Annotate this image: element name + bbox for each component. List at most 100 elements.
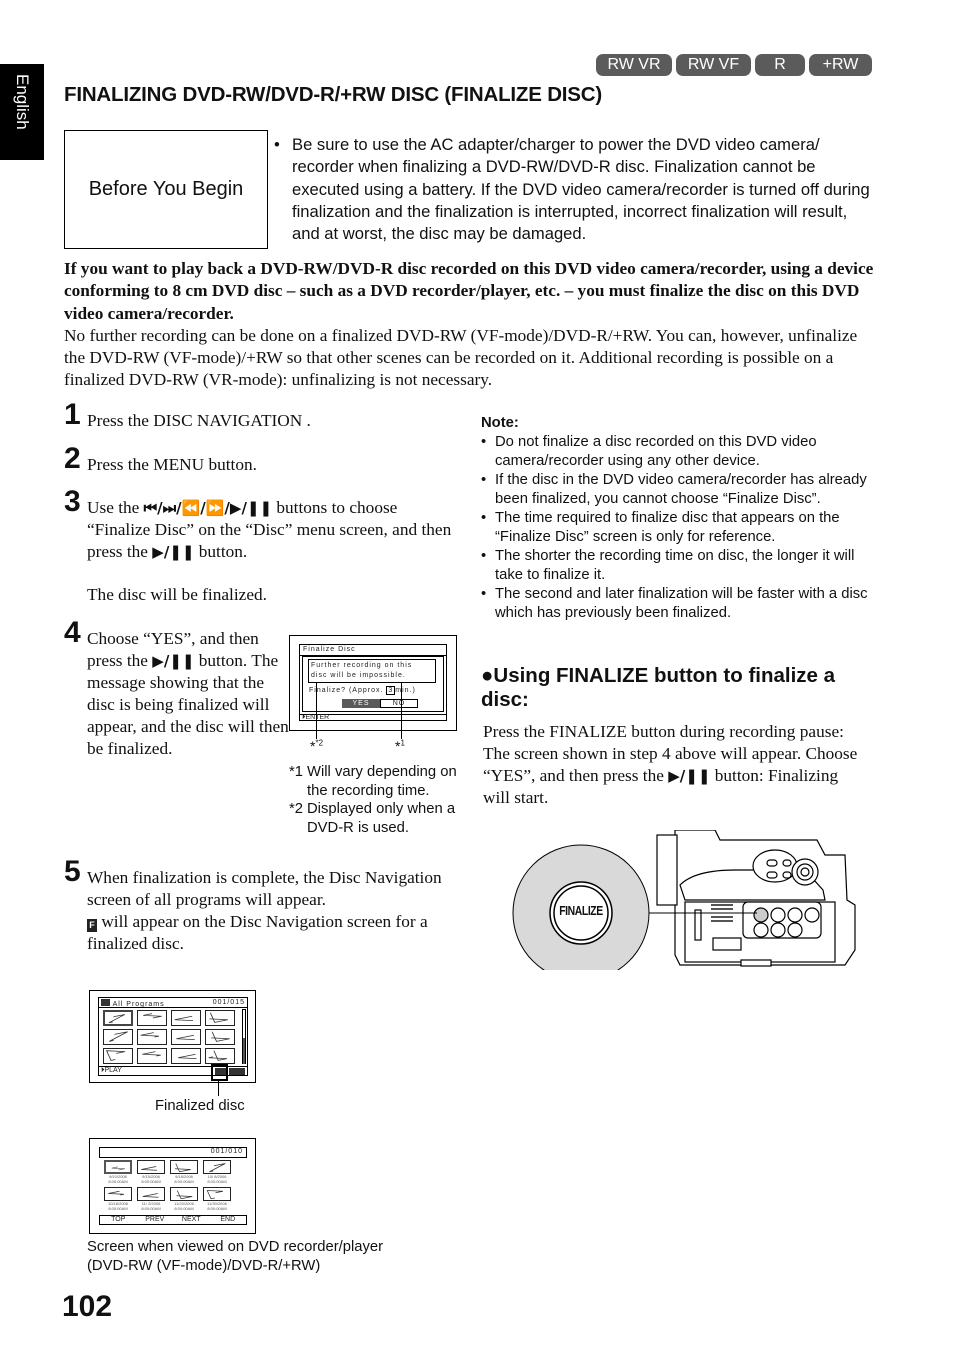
- program-thumbnail[interactable]: [103, 1010, 133, 1026]
- dvd-player-screen: 001/010 9/10/2006 8:00:00AM 9/15/2006 8:00:…: [89, 1138, 256, 1234]
- bullet-icon: •: [481, 472, 487, 488]
- before-you-begin-bullet: Be sure to use the AC adapter/charger to…: [292, 135, 870, 244]
- title-thumbnail[interactable]: [137, 1187, 165, 1201]
- player-button-prev[interactable]: PREV: [137, 1216, 174, 1224]
- finalized-f-icon: F: [87, 919, 97, 932]
- note-item: • The second and later finalization will …: [481, 585, 881, 623]
- page-number: 102: [62, 1290, 113, 1323]
- program-thumbnail[interactable]: [205, 1010, 235, 1026]
- finalize-button-heading: ●Using FINALIZE button to finalize a dis…: [481, 664, 836, 711]
- play-pause-icon: ▶/❚❚: [152, 543, 195, 561]
- player-screen-caption: Screen when viewed on DVD recorder/playe…: [87, 1239, 384, 1274]
- note-item: • The shorter the recording time on disc,…: [481, 547, 881, 585]
- step-5: 5 When finalization is complete, the Dis…: [64, 857, 464, 977]
- play-pause-icon: ▶/❚❚: [668, 767, 711, 785]
- note-item-text: The shorter the recording time on disc, …: [495, 548, 855, 583]
- title-thumbnail[interactable]: [137, 1160, 165, 1174]
- camera-illustration: FINALIZE: [505, 829, 865, 982]
- program-thumbnail[interactable]: [171, 1048, 201, 1064]
- player-thumbnail-grid: 9/10/2006 8:00:00AM 9/15/2006 8:00:00AM 9/18…: [104, 1160, 244, 1218]
- nav-counter: 001/015: [212, 999, 245, 1006]
- player-button-top[interactable]: TOP: [100, 1216, 137, 1224]
- navigation-buttons-icon: ⏮/⏭/⏪/⏩/▶/❚❚: [143, 499, 273, 517]
- title-date-label: 10/ 8/2006 8:00:00AM: [207, 1174, 227, 1184]
- title-thumbnail[interactable]: [170, 1187, 198, 1201]
- step-text: Press the MENU button.: [87, 455, 257, 474]
- disc-navigation-screen: All Programs 001/015 ⏵PLAY: [89, 990, 256, 1083]
- player-nav-bar: TOP PREV NEXT END: [99, 1215, 247, 1225]
- footnotes: *1 Will vary depending on the recording …: [289, 763, 459, 837]
- program-thumbnail[interactable]: [103, 1029, 133, 1045]
- disc-mode-icon: [229, 1068, 245, 1075]
- note-section: Note: • Do not finalize a disc recorded o…: [481, 414, 881, 623]
- minutes-value: 3: [386, 686, 396, 695]
- scrollbar-thumb[interactable]: [243, 1038, 245, 1064]
- title-thumbnail[interactable]: [104, 1160, 132, 1174]
- program-thumbnail[interactable]: [137, 1029, 167, 1045]
- step-number: 4: [64, 616, 81, 649]
- note-item-text: If the disc in the DVD video camera/reco…: [495, 472, 867, 507]
- step-text: button.: [198, 542, 248, 561]
- title-date-label: 9/10/2006 8:00:00AM: [108, 1174, 128, 1184]
- note-item-text: The second and later finalization will b…: [495, 586, 868, 621]
- note-item: • Do not finalize a disc recorded on this…: [481, 433, 881, 471]
- badge-rw-vr: RW VR: [596, 54, 672, 76]
- step-number: 2: [64, 442, 81, 475]
- warning-line-2: disc will be impossible.: [311, 672, 406, 679]
- finalize-button-label: FINALIZE: [559, 903, 603, 918]
- bullet-icon: •: [481, 586, 487, 602]
- title-date-label: 11/20/2006 8:00:00AM: [174, 1201, 194, 1211]
- bullet-icon: •: [481, 510, 487, 526]
- warning-message-box: Further recording on this disc will be i…: [308, 659, 436, 683]
- program-thumbnail[interactable]: [137, 1048, 167, 1064]
- title-date-label: 10/18/2006 8:00:00AM: [107, 1201, 129, 1211]
- finalized-highlight: [211, 1064, 228, 1081]
- bullet-icon: •: [481, 434, 487, 450]
- title-thumbnail[interactable]: [203, 1187, 231, 1201]
- bullet-icon: ●: [481, 664, 494, 687]
- note-item-text: Do not finalize a disc recorded on this …: [495, 434, 817, 469]
- yes-button[interactable]: YES: [342, 699, 380, 708]
- step-number: 5: [64, 855, 81, 888]
- marker-1: *1: [395, 738, 405, 754]
- finalize-disc-screen: Finalize Disc Further recording on this …: [289, 635, 457, 731]
- title-thumbnail[interactable]: [203, 1160, 231, 1174]
- intro-paragraph: If you want to play back a DVD-RW/DVD-R …: [64, 258, 874, 392]
- program-thumbnail[interactable]: [171, 1029, 201, 1045]
- camcorder-drawing: [512, 829, 856, 982]
- before-you-begin-label: Before You Begin: [88, 178, 244, 200]
- step-result: The disc will be finalized.: [87, 585, 267, 604]
- intro-bold: If you want to play back a DVD-RW/DVD-R …: [64, 259, 874, 323]
- program-thumbnail[interactable]: [103, 1048, 133, 1064]
- player-counter: 001/010: [210, 1148, 243, 1155]
- title-thumbnail[interactable]: [170, 1160, 198, 1174]
- finalize-question: Finalize? (Approx. 3 min.): [309, 686, 416, 695]
- program-thumbnail[interactable]: [171, 1010, 201, 1026]
- badge-r: R: [755, 54, 805, 76]
- warning-line-1: Further recording on this: [311, 662, 413, 669]
- title-date-label: 9/15/2006 8:00:00AM: [141, 1174, 161, 1184]
- language-tab: English: [0, 64, 44, 160]
- player-button-next[interactable]: NEXT: [173, 1216, 210, 1224]
- marker-2: **2: [310, 738, 324, 754]
- before-you-begin-box: Before You Begin: [64, 130, 268, 249]
- title-thumbnail[interactable]: [104, 1187, 132, 1201]
- footnote-text: Will vary depending on the recording tim…: [307, 764, 457, 799]
- no-button[interactable]: NO: [380, 699, 418, 708]
- footnote-text: Displayed only when a DVD-R is used.: [307, 801, 456, 836]
- program-thumbnail[interactable]: [205, 1048, 235, 1064]
- thumbnail-grid: [103, 1010, 239, 1064]
- program-thumbnail[interactable]: [205, 1029, 235, 1045]
- program-thumbnail[interactable]: [137, 1010, 167, 1026]
- before-you-begin-text: • Be sure to use the AC adapter/charger …: [274, 134, 874, 245]
- language-tab-label: English: [13, 74, 32, 130]
- footnote-2: *2 Displayed only when a DVD-R is used.: [289, 800, 459, 837]
- scrollbar[interactable]: [242, 1009, 246, 1064]
- step-text: When finalization is complete, the Disc …: [87, 868, 442, 909]
- footnote-mark: *1: [289, 764, 303, 780]
- player-button-end[interactable]: END: [210, 1216, 247, 1224]
- title-date-label: 9/18/2006 8:00:00AM: [174, 1174, 194, 1184]
- intro-normal: No further recording can be done on a fi…: [64, 325, 858, 390]
- note-heading: Note:: [481, 415, 519, 431]
- screen-title: Finalize Disc: [303, 646, 356, 653]
